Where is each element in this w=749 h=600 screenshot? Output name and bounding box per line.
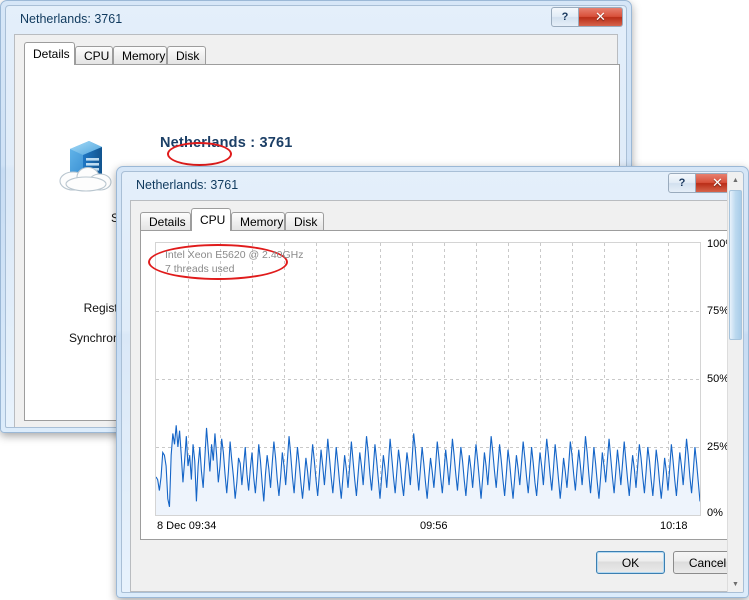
scroll-up-arrow[interactable]: ▲ — [728, 172, 743, 188]
cpu-window[interactable]: Netherlands: 3761 ? ✕ Details CPU Me — [116, 166, 749, 598]
tab-cpu-label: CPU — [84, 49, 109, 63]
y-tick-75: 75% — [707, 305, 729, 317]
server-cloud-icon — [55, 137, 117, 195]
close-icon: ✕ — [595, 9, 606, 25]
back-window-title: Netherlands: 3761 — [20, 12, 122, 26]
window-vertical-scrollbar[interactable]: ▲ ▼ — [727, 172, 743, 592]
front-window-titlebar[interactable]: Netherlands: 3761 ? ✕ — [122, 172, 743, 200]
y-tick-0: 0% — [707, 507, 723, 519]
cpu-info-text: Intel Xeon E5620 @ 2.40GHz 7 threads use… — [165, 248, 304, 276]
x-tick-middle: 09:56 — [420, 520, 448, 532]
front-window-client: Details CPU Memory Disk — [130, 200, 735, 592]
y-tick-25: 25% — [707, 441, 729, 453]
cpu-threads-line: 7 threads used — [165, 262, 304, 276]
scrollbar-thumb[interactable] — [729, 190, 742, 340]
tab-disk[interactable]: Disk — [167, 46, 206, 65]
tab-memory[interactable]: Memory — [231, 212, 285, 231]
cpu-chart: Intel Xeon E5620 @ 2.40GHz 7 threads use… — [155, 242, 726, 530]
tab-disk-label: Disk — [176, 49, 199, 63]
cpu-model-line: Intel Xeon E5620 @ 2.40GHz — [165, 248, 304, 262]
tab-cpu[interactable]: CPU — [75, 46, 113, 65]
tab-details[interactable]: Details — [24, 42, 75, 65]
front-window-title: Netherlands: 3761 — [136, 178, 238, 192]
x-tick-end: 10:18 — [660, 520, 688, 532]
back-window-caption-buttons: ? ✕ — [551, 7, 623, 27]
cancel-button-label: Cancel — [689, 556, 726, 570]
tab-cpu-label: CPU — [200, 213, 225, 227]
close-icon: ✕ — [712, 175, 723, 191]
back-window-titlebar[interactable]: Netherlands: 3761 ? ✕ — [6, 6, 626, 34]
ok-button[interactable]: OK — [596, 551, 665, 574]
tab-cpu[interactable]: CPU — [191, 208, 231, 231]
cpu-chart-plot-area — [155, 242, 701, 516]
cpu-chart-svg — [156, 243, 700, 515]
tab-memory-label: Memory — [122, 49, 165, 63]
help-icon: ? — [679, 177, 686, 189]
tab-details[interactable]: Details — [140, 212, 191, 231]
tab-memory-label: Memory — [240, 215, 283, 229]
tab-disk[interactable]: Disk — [285, 212, 324, 231]
front-window-frame: Netherlands: 3761 ? ✕ Details CPU Me — [121, 171, 744, 593]
page-title: Netherlands : 3761 — [160, 135, 293, 151]
help-button[interactable]: ? — [668, 173, 696, 193]
y-tick-50: 50% — [707, 373, 729, 385]
scroll-up-icon: ▲ — [732, 177, 739, 184]
cpu-tab-page: Intel Xeon E5620 @ 2.40GHz 7 threads use… — [140, 230, 737, 540]
ok-button-label: OK — [622, 556, 639, 570]
scroll-down-icon: ▼ — [732, 581, 739, 588]
tab-memory[interactable]: Memory — [113, 46, 167, 65]
tab-disk-label: Disk — [294, 215, 317, 229]
tab-details-label: Details — [33, 47, 70, 61]
x-tick-start: 8 Dec 09:34 — [157, 520, 216, 532]
tab-details-label: Details — [149, 215, 186, 229]
close-button[interactable]: ✕ — [579, 7, 623, 27]
scroll-down-arrow[interactable]: ▼ — [728, 576, 743, 592]
help-button[interactable]: ? — [551, 7, 579, 27]
help-icon: ? — [562, 11, 569, 23]
